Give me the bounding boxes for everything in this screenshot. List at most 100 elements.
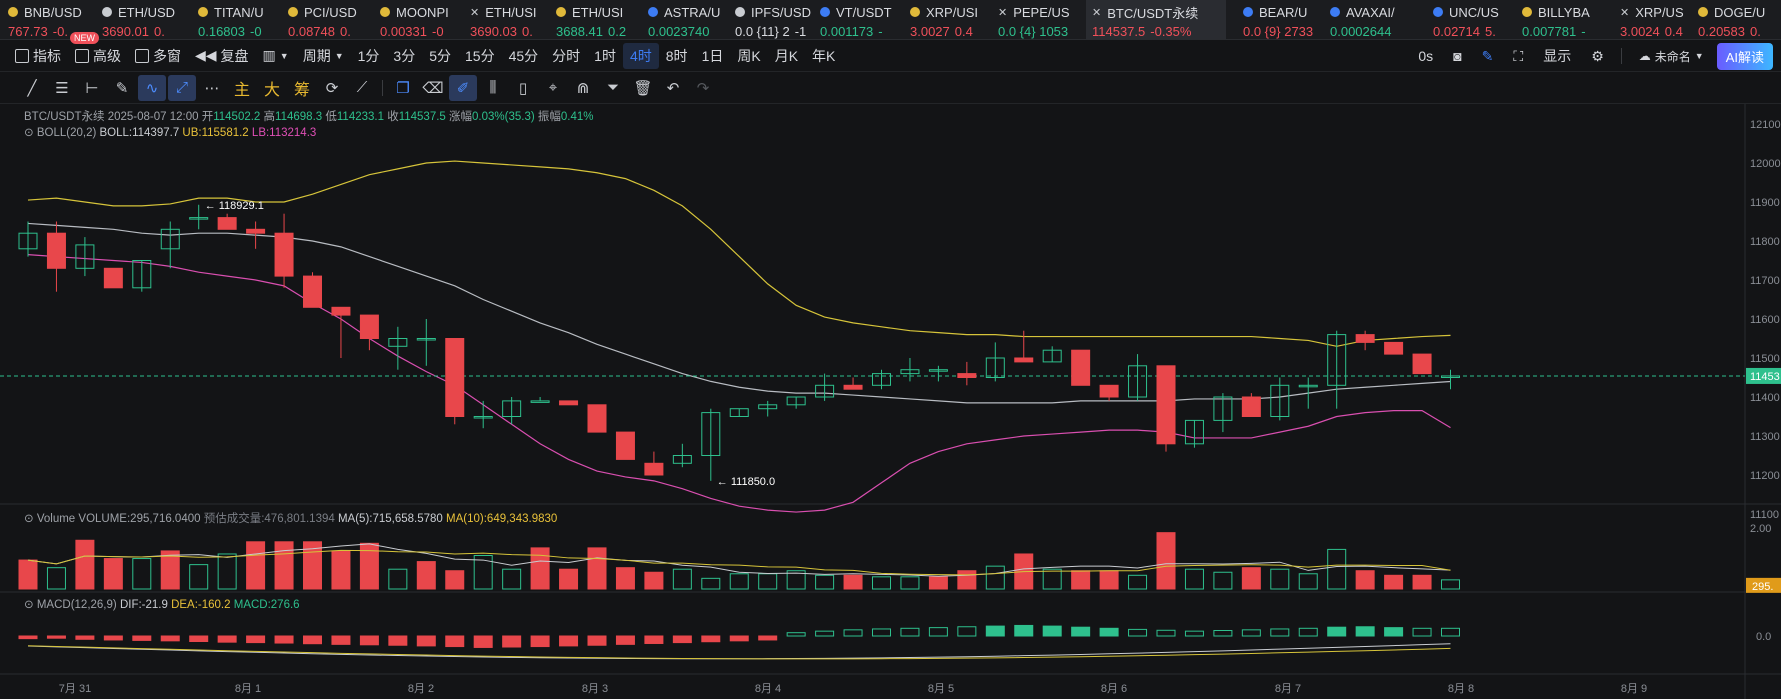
macd-bar <box>1042 625 1062 637</box>
low-annotation: ← 111850.0 <box>717 476 775 488</box>
ticker-price: 3.0024 <box>1620 24 1660 39</box>
macd-bar <box>473 635 493 648</box>
candle-icon[interactable]: ⫼ <box>479 75 507 101</box>
chip-mark[interactable]: 筹 <box>288 75 316 101</box>
ticker-item[interactable]: ETH/USI 3688.41 0.2 <box>556 0 642 39</box>
ticker-item[interactable]: ✕ BTC/USDT永续 114537.5 -0.35% <box>1086 0 1226 39</box>
ticker-item[interactable]: BILLYBA 0.007781- <box>1522 0 1608 39</box>
big-mark[interactable]: 大 <box>258 75 286 101</box>
ticker-change: 0.4 <box>1664 24 1683 39</box>
ticker-item[interactable]: ✕ ETH/USI 3690.03 0. <box>470 0 556 40</box>
period-option[interactable]: 周K <box>730 43 767 69</box>
advanced-button[interactable]: 高级 <box>68 43 128 69</box>
fullscreen-icon[interactable]: ⛶ <box>1506 43 1530 69</box>
volume-bar <box>957 570 977 590</box>
price-axis-label: 12000 <box>1750 158 1781 170</box>
macd-bar <box>445 635 465 648</box>
copy-icon[interactable]: ❐ <box>389 75 417 101</box>
layout-button[interactable]: ☁ 未命名 ▼ <box>1632 43 1711 69</box>
replay-label: 复盘 <box>220 47 249 64</box>
hline-tool-icon[interactable]: ☰ <box>48 75 76 101</box>
ticker-item[interactable]: PCI/USD 0.08748 0. <box>288 0 374 39</box>
countdown: 0s <box>1418 48 1434 64</box>
macd-bar <box>274 635 294 644</box>
volume-bar <box>843 574 863 590</box>
advanced-label: 高级 <box>93 47 121 64</box>
period-button[interactable]: 周期 ▼ <box>296 43 351 69</box>
main-mark[interactable]: 主 <box>228 75 256 101</box>
period-option[interactable]: 1时 <box>587 43 623 69</box>
price-axis-label: 11900 <box>1750 197 1780 209</box>
candle <box>274 232 294 277</box>
ticker-item[interactable]: XRP/USI 3.0027 0.4 <box>910 0 996 39</box>
ticker-item[interactable]: DOGE/U 0.20583 0. <box>1698 0 1781 39</box>
undo-icon[interactable]: ↶ <box>659 75 687 101</box>
ticker-item[interactable]: ETH/USD 3690.01 0. <box>102 0 188 39</box>
ticker-item[interactable]: ✕ PEPE/US 0.0 {4} 1053 <box>998 0 1084 40</box>
ticker-item[interactable]: ASTRA/U 0.0023740 <box>648 0 734 39</box>
brush-icon[interactable]: ✐ <box>449 74 477 101</box>
filter-icon[interactable]: ⏷ <box>599 75 627 101</box>
ticker-item[interactable]: ✕ XRP/US 3.0024 0.4 <box>1620 0 1706 40</box>
period-option[interactable]: 4时 <box>622 42 659 69</box>
camera-icon[interactable]: ◙ <box>1446 43 1468 69</box>
macd-bar <box>1099 627 1119 637</box>
display-button[interactable]: 显示 <box>1536 43 1578 69</box>
candle <box>1241 396 1261 417</box>
ticker-change: - <box>878 24 883 39</box>
volume-bar <box>1042 568 1062 590</box>
macd-bar <box>75 635 95 640</box>
period-option[interactable]: 年K <box>805 43 842 69</box>
period-option[interactable]: 月K <box>768 43 805 69</box>
eraser-icon[interactable]: ⌫ <box>419 75 447 101</box>
trend-tool-icon[interactable]: ⤢ <box>168 74 196 101</box>
period-option[interactable]: 5分 <box>422 43 458 69</box>
period-option[interactable]: 分时 <box>545 43 587 69</box>
coin-icon <box>1243 7 1253 17</box>
edit-icon[interactable]: ✎ <box>1475 43 1501 69</box>
measure-icon[interactable]: ⌖ <box>539 75 567 101</box>
period-option[interactable]: 45分 <box>502 43 546 69</box>
macd-bar <box>1412 627 1432 637</box>
ticker-item[interactable]: TITAN/U 0.16803 -0 <box>198 0 284 39</box>
macd-bar <box>872 628 891 637</box>
more-tool-icon[interactable]: ⋯ <box>198 75 226 101</box>
period-option[interactable]: 8时 <box>659 43 695 69</box>
macd-bar <box>1355 626 1375 637</box>
coin-icon <box>556 7 566 17</box>
ticker-item[interactable]: BEAR/U 0.0 {9} 2733 <box>1243 0 1329 39</box>
ticker-item[interactable]: UNC/US 0.02714 5. <box>1433 0 1519 39</box>
candle <box>530 400 550 403</box>
ticker-item[interactable]: AVAXAI/0.0002644 <box>1330 0 1416 39</box>
ray-tool-icon[interactable]: ⊢ <box>78 75 106 101</box>
period-option[interactable]: 15分 <box>458 43 502 69</box>
high-annotation: ← 118929.1 <box>205 200 264 212</box>
ruler-icon[interactable]: ⟋ <box>348 75 376 101</box>
ai-interpret-button[interactable]: AI解读 <box>1716 42 1773 70</box>
line-tool-icon[interactable]: ╱ <box>18 75 46 101</box>
ticker-change: 0. <box>1750 24 1761 39</box>
period-option[interactable]: 1日 <box>695 43 731 69</box>
ticker-price: 0.007781 <box>1522 24 1577 39</box>
period-option[interactable]: 3分 <box>386 43 422 69</box>
replay-button[interactable]: ◀◀ 复盘 <box>188 43 256 69</box>
chart-canvas[interactable]: ← 118929.1 ← 111850.0 12100 12000 11900 11800… <box>0 104 1781 699</box>
magnet-icon[interactable]: ⋒ <box>569 75 597 101</box>
trash-icon[interactable]: 🗑 <box>629 75 657 101</box>
volume-bar <box>758 573 778 590</box>
redo-icon[interactable]: ↷ <box>689 75 717 101</box>
pencil-tool-icon[interactable]: ✎ <box>108 75 136 101</box>
wave-tool-icon[interactable]: ∿ <box>138 74 166 101</box>
ticker-symbol: TITAN/U <box>214 4 264 20</box>
indicator-button[interactable]: 指标 <box>8 43 68 69</box>
candle <box>1412 353 1432 375</box>
ticker-item[interactable]: MOONPI 0.00331 -0 <box>380 0 466 39</box>
settings-icon[interactable]: ⚙ <box>1584 43 1611 69</box>
ticker-item[interactable]: IPFS/USD 0.0 {11} 2 -1 <box>735 0 821 39</box>
chart-type-button[interactable]: ▥ ▼ <box>256 43 296 69</box>
multi-window-button[interactable]: 多窗 <box>128 43 188 69</box>
period-option[interactable]: 1分 <box>351 43 387 69</box>
sync-icon[interactable]: ⟳ <box>318 75 346 101</box>
ticker-item[interactable]: VT/USDT 0.001173- <box>820 0 906 39</box>
clipboard-icon[interactable]: ▯ <box>509 75 537 101</box>
